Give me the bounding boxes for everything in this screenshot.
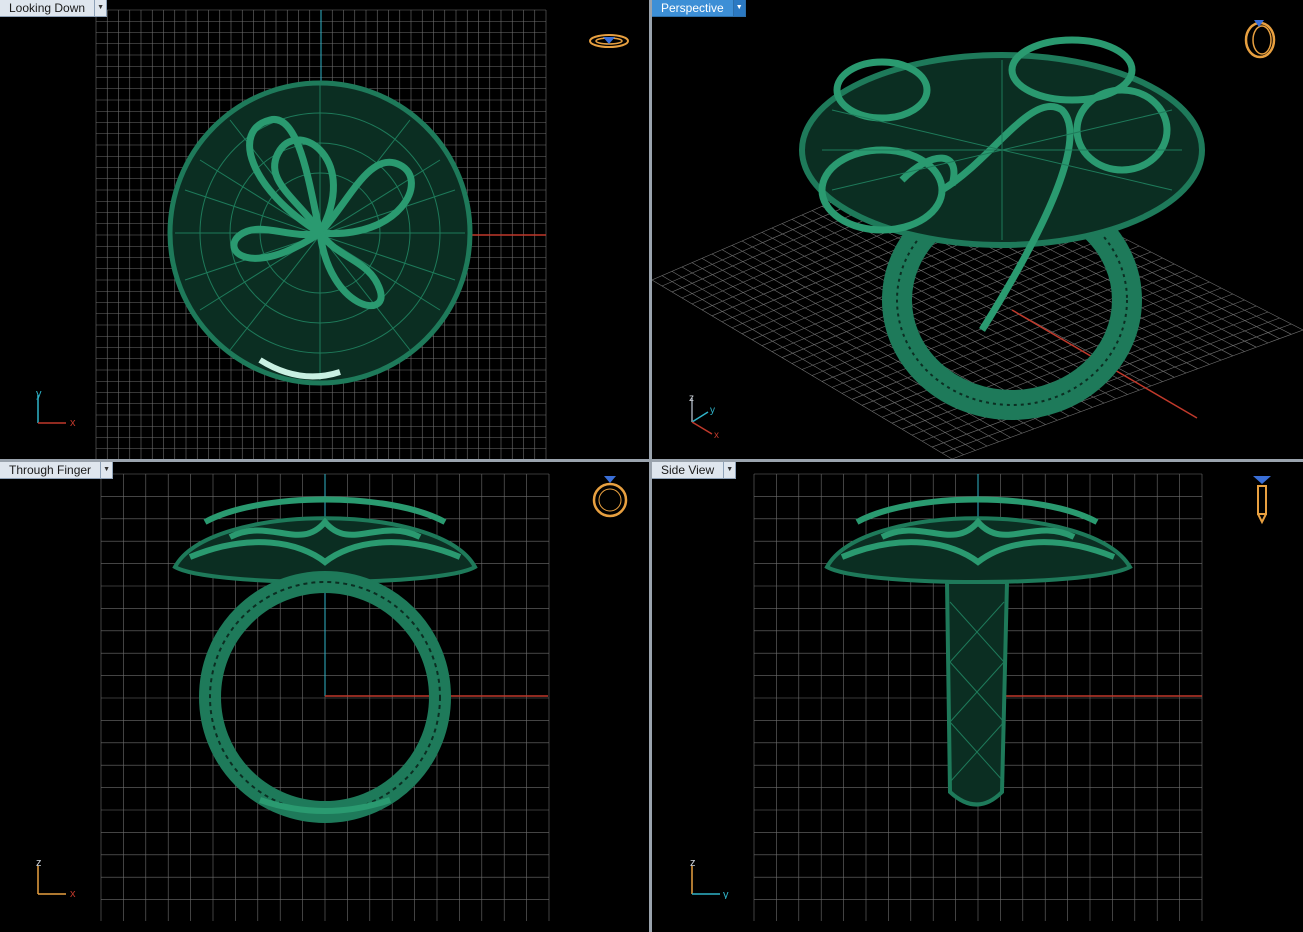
viewport-title-label[interactable]: Looking Down <box>0 0 96 17</box>
viewport-side-view[interactable]: Side View ▼ z y <box>652 462 1303 932</box>
viewport-title-label[interactable]: Perspective <box>652 0 734 17</box>
axis-triad: z x <box>30 854 90 904</box>
viewport-scene[interactable] <box>0 0 649 459</box>
viewport-looking-down[interactable]: Looking Down ▼ y x <box>0 0 649 459</box>
axis-label-x: x <box>70 888 76 899</box>
ring-side-view-icon[interactable] <box>1250 472 1274 531</box>
viewport-scene[interactable] <box>652 0 1303 459</box>
axis-label-z: z <box>690 857 696 869</box>
chevron-down-icon[interactable]: ▼ <box>724 462 737 479</box>
chevron-down-icon[interactable]: ▼ <box>733 0 746 17</box>
axis-label-y: y <box>36 388 42 400</box>
ring-model-perspective[interactable] <box>799 36 1205 420</box>
chevron-down-icon[interactable]: ▼ <box>95 0 108 17</box>
ring-model-top[interactable] <box>167 80 473 386</box>
viewport-title-label[interactable]: Through Finger <box>0 462 102 479</box>
axis-label-z: z <box>36 857 42 869</box>
viewport-through-finger[interactable]: Through Finger ▼ z x <box>0 462 649 932</box>
axis-label-x: x <box>714 430 719 441</box>
viewport-title-tab[interactable]: Perspective ▼ <box>652 0 746 17</box>
axis-triad: y x <box>30 385 90 435</box>
viewport-title-tab[interactable]: Side View ▼ <box>652 462 737 479</box>
viewport-title-tab[interactable]: Through Finger ▼ <box>0 462 114 479</box>
ring-top-view-icon[interactable] <box>588 28 630 59</box>
viewport-perspective[interactable]: Perspective ▼ z y x <box>652 0 1303 459</box>
viewport-title-label[interactable]: Side View <box>652 462 725 479</box>
viewport-title-tab[interactable]: Looking Down ▼ <box>0 0 108 17</box>
ring-front-view-icon[interactable] <box>590 470 630 525</box>
viewport-scene[interactable] <box>652 462 1303 932</box>
axis-triad: z y <box>684 854 744 904</box>
axis-label-y: y <box>723 889 729 899</box>
ring-model-side[interactable] <box>824 496 1133 807</box>
chevron-down-icon[interactable]: ▼ <box>101 462 114 479</box>
ring-perspective-icon[interactable] <box>1242 12 1278 65</box>
axis-label-z: z <box>689 393 694 404</box>
axis-label-x: x <box>70 417 76 429</box>
axis-triad: z y x <box>680 392 740 447</box>
viewport-scene[interactable] <box>0 462 649 932</box>
axis-label-y: y <box>710 405 715 416</box>
